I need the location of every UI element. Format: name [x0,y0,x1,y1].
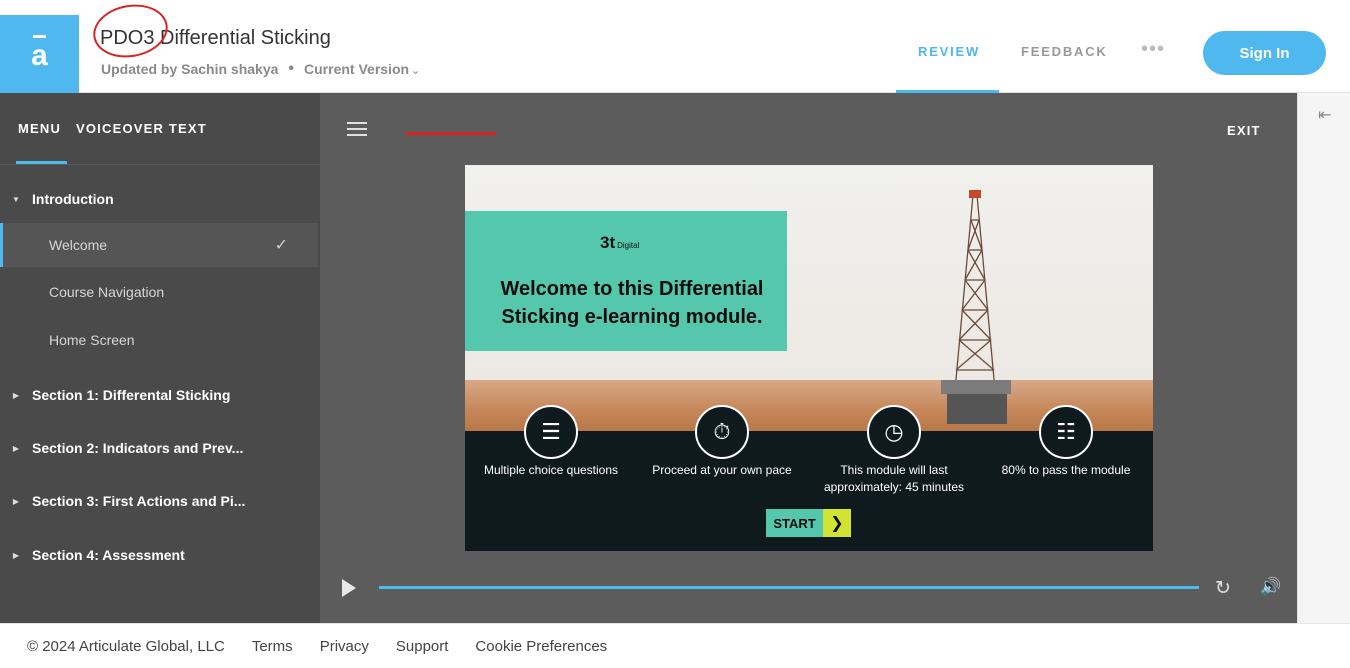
sidebar-tabs: MENU VOICEOVER TEXT [0,93,320,165]
tab-menu-underline [16,161,67,164]
checklist-icon: ☰ [524,405,578,459]
version-dropdown[interactable]: Current Version ⌄ [304,61,420,77]
feature-label: Multiple choice questions [483,463,619,477]
course-player: EXIT 3t Digital Welcome to this Differen… [320,93,1297,623]
exit-button[interactable]: EXIT [1227,123,1261,138]
chevron-right-icon: ❯ [823,509,851,537]
brand-logo: 3t Digital [600,233,639,253]
sidebar-item-label: Home Screen [49,332,135,348]
caret-right-icon: ▶ [12,550,20,560]
sidebar-item-label: Section 3: First Actions and Pi... [32,493,246,509]
separator-dot: • [288,60,295,77]
chevron-down-icon: ⌄ [411,65,421,77]
feature-label: This module will last approximately: 45 … [823,463,965,494]
sidebar-item-section-4[interactable]: ▶ Section 4: Assessment [0,533,318,577]
page-footer: © 2024 Articulate Global, LLC Terms Priv… [0,623,1350,668]
course-sidebar: MENU VOICEOVER TEXT ▼ Introduction Welco… [0,93,320,623]
caret-right-icon: ▶ [12,496,20,506]
copyright-text: © 2024 Articulate Global, LLC [27,637,225,655]
sidebar-item-introduction[interactable]: ▼ Introduction [0,177,318,221]
collapse-panel-icon[interactable]: ⇤ [1318,105,1331,125]
more-options-icon[interactable]: ••• [1141,38,1165,61]
tab-review[interactable]: REVIEW [918,44,980,59]
sidebar-item-section-3[interactable]: ▶ Section 3: First Actions and Pi... [0,479,318,523]
sidebar-item-label: Course Navigation [49,284,165,300]
sidebar-item-label: Section 1: Differental Sticking [32,387,231,403]
sidebar-item-section-1[interactable]: ▶ Section 1: Differental Sticking [0,373,318,417]
playback-progress-bar[interactable] [379,586,1199,589]
checkmark-icon: ✓ [274,237,288,254]
clock-icon: ◷ [867,405,921,459]
right-gutter: ⇤ [1297,93,1350,623]
sidebar-item-course-navigation[interactable]: Course Navigation [0,270,318,314]
play-icon[interactable] [342,579,356,597]
sign-in-button[interactable]: Sign In [1203,31,1326,75]
tab-menu[interactable]: MENU [18,121,61,136]
replay-icon[interactable]: ↻ [1215,577,1231,600]
version-label: Current Version [304,61,410,77]
caret-right-icon: ▶ [12,390,20,400]
tab-feedback[interactable]: FEEDBACK [1021,44,1108,59]
stopwatch-icon: ⏱ [695,405,749,459]
logo-glyph: a [31,35,48,72]
drilling-rig-image [941,190,1011,424]
slide-title-box: 3t Digital Welcome to this Differential S… [465,211,787,351]
slide-canvas: 3t Digital Welcome to this Differential S… [465,165,1153,551]
footer-link-privacy[interactable]: Privacy [320,638,369,655]
caret-right-icon: ▶ [12,443,20,453]
top-header: a PDO3 Differential Sticking Updated by … [0,0,1350,93]
sidebar-item-label: Introduction [32,191,114,207]
footer-link-cookie-preferences[interactable]: Cookie Preferences [475,638,607,655]
sidebar-item-label: Welcome [49,237,108,253]
footer-link-terms[interactable]: Terms [252,638,293,655]
caret-down-icon: ▼ [12,194,20,204]
course-subline: Updated by Sachin shakya • Current Versi… [101,60,420,78]
course-title: PDO3 Differential Sticking [100,27,331,49]
sidebar-item-home-screen[interactable]: Home Screen [0,318,318,362]
updated-by-text: Updated by Sachin shakya [101,61,279,77]
annotation-underline [406,132,496,135]
sidebar-item-section-2[interactable]: ▶ Section 2: Indicators and Prev... [0,426,318,470]
feature-label: 80% to pass the module [1001,463,1131,477]
sidebar-item-label: Section 2: Indicators and Prev... [32,440,244,456]
brand-name: 3t [600,233,616,252]
certificate-icon: ☷ [1039,405,1093,459]
sidebar-item-welcome[interactable]: Welcome ✓ [0,223,318,267]
slide-heading: Welcome to this Differential Sticking e-… [500,278,764,328]
tab-voiceover-text[interactable]: VOICEOVER TEXT [76,121,207,136]
start-label: START [766,509,823,537]
brand-sub: Digital [617,241,640,250]
hamburger-menu-icon[interactable] [347,122,367,136]
start-button[interactable]: START ❯ [766,509,851,537]
articulate-logo[interactable]: a [0,15,79,93]
sidebar-item-label: Section 4: Assessment [32,547,185,563]
feature-label: Proceed at your own pace [652,463,792,477]
footer-link-support[interactable]: Support [396,638,449,655]
volume-icon[interactable]: 🔊 [1260,577,1281,597]
